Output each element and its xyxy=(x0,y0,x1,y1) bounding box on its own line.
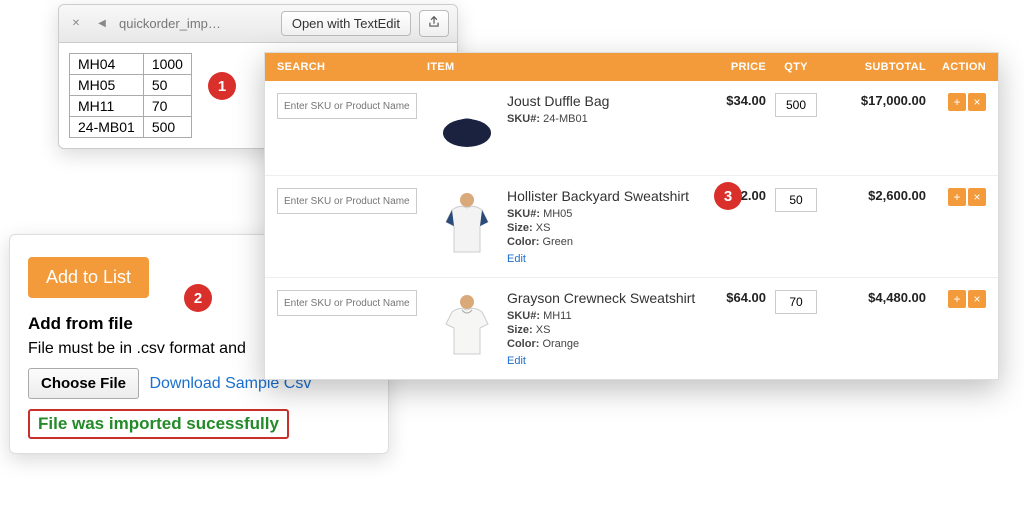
back-icon[interactable]: ◀ xyxy=(93,15,111,33)
callout-3: 3 xyxy=(714,182,742,210)
add-row-icon[interactable]: + xyxy=(948,188,966,206)
unit-price: $34.00 xyxy=(696,93,766,108)
add-to-list-button[interactable]: Add to List xyxy=(28,257,149,298)
add-row-icon[interactable]: + xyxy=(948,290,966,308)
csv-row: MH041000 xyxy=(70,54,192,75)
csv-toolbar: ✕ ◀ quickorder_imp… Open with TextEdit xyxy=(59,5,457,43)
order-grid-header: SEARCH ITEM PRICE QTY SUBTOTAL ACTION xyxy=(265,53,998,81)
product-name: Grayson Crewneck Sweatshirt xyxy=(507,290,696,306)
sku-search-input[interactable] xyxy=(277,290,417,316)
sku-search-input[interactable] xyxy=(277,93,417,119)
callout-2: 2 xyxy=(184,284,212,312)
csv-cell-sku: MH05 xyxy=(70,75,144,96)
order-row: Grayson Crewneck SweatshirtSKU#: MH11Siz… xyxy=(265,277,998,379)
choose-file-button[interactable]: Choose File xyxy=(28,368,139,399)
header-action: ACTION xyxy=(926,61,986,73)
unit-price: $64.00 xyxy=(696,290,766,305)
header-search: SEARCH xyxy=(277,61,427,73)
order-grid-panel: SEARCH ITEM PRICE QTY SUBTOTAL ACTION Jo… xyxy=(264,52,999,380)
order-row: Joust Duffle BagSKU#: 24-MB01$34.00$17,0… xyxy=(265,81,998,175)
product-thumb xyxy=(437,188,497,258)
csv-cell-sku: 24-MB01 xyxy=(70,117,144,138)
csv-row: MH0550 xyxy=(70,75,192,96)
csv-filename: quickorder_imp… xyxy=(119,16,221,31)
header-price: PRICE xyxy=(696,61,766,73)
subtotal: $2,600.00 xyxy=(826,188,926,203)
csv-table: MH041000MH0550MH117024-MB01500 xyxy=(69,53,192,138)
csv-cell-qty: 500 xyxy=(143,117,191,138)
share-icon[interactable] xyxy=(419,10,449,37)
subtotal: $4,480.00 xyxy=(826,290,926,305)
remove-row-icon[interactable]: × xyxy=(968,188,986,206)
edit-link[interactable]: Edit xyxy=(507,253,526,265)
header-subtotal: SUBTOTAL xyxy=(826,61,926,73)
csv-cell-qty: 1000 xyxy=(143,54,191,75)
close-icon[interactable]: ✕ xyxy=(67,15,85,33)
qty-input[interactable] xyxy=(775,188,817,212)
csv-row: 24-MB01500 xyxy=(70,117,192,138)
sku-search-input[interactable] xyxy=(277,188,417,214)
add-row-icon[interactable]: + xyxy=(948,93,966,111)
import-success-message: File was imported sucessfully xyxy=(28,409,289,439)
qty-input[interactable] xyxy=(775,93,817,117)
callout-1: 1 xyxy=(208,72,236,100)
csv-cell-sku: MH04 xyxy=(70,54,144,75)
header-qty: QTY xyxy=(766,61,826,73)
csv-cell-qty: 70 xyxy=(143,96,191,117)
product-thumb xyxy=(437,290,497,360)
csv-row: MH1170 xyxy=(70,96,192,117)
product-name: Hollister Backyard Sweatshirt xyxy=(507,188,696,204)
header-item: ITEM xyxy=(427,61,696,73)
product-name: Joust Duffle Bag xyxy=(507,93,696,109)
csv-cell-sku: MH11 xyxy=(70,96,144,117)
csv-cell-qty: 50 xyxy=(143,75,191,96)
qty-input[interactable] xyxy=(775,290,817,314)
open-with-button[interactable]: Open with TextEdit xyxy=(281,11,411,36)
remove-row-icon[interactable]: × xyxy=(968,93,986,111)
product-thumb xyxy=(437,93,497,163)
remove-row-icon[interactable]: × xyxy=(968,290,986,308)
subtotal: $17,000.00 xyxy=(826,93,926,108)
order-row: Hollister Backyard SweatshirtSKU#: MH05S… xyxy=(265,175,998,277)
edit-link[interactable]: Edit xyxy=(507,355,526,367)
